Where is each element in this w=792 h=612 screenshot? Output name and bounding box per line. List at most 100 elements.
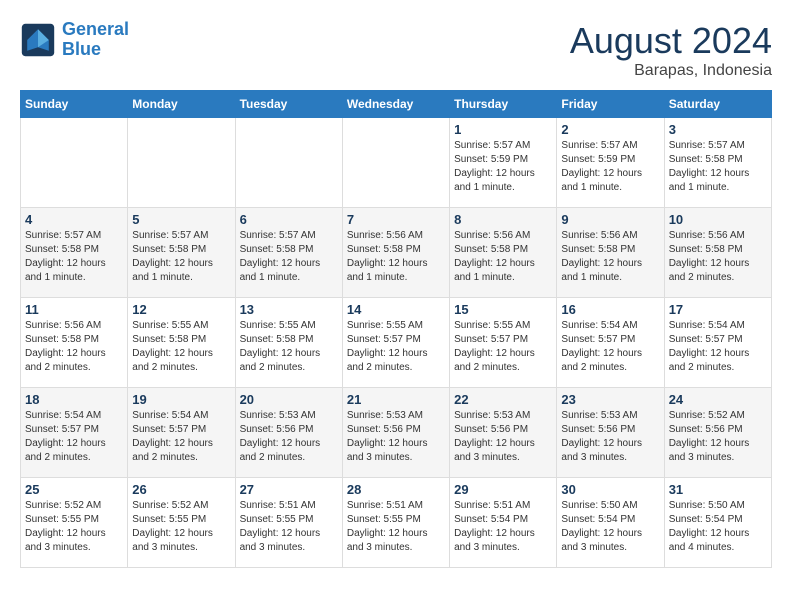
calendar-cell: 30Sunrise: 5:50 AM Sunset: 5:54 PM Dayli… — [557, 478, 664, 568]
day-number: 23 — [561, 392, 659, 407]
day-number: 21 — [347, 392, 445, 407]
calendar-cell: 9Sunrise: 5:56 AM Sunset: 5:58 PM Daylig… — [557, 208, 664, 298]
calendar-cell: 28 Sunrise: 5:51 AM Sunset: 5:55 PM Dayli… — [342, 478, 449, 568]
day-info: Sunrise: 5:56 AM Sunset: 5:58 PM Dayligh… — [347, 229, 445, 285]
day-info: Sunrise: 5:50 AM Sunset: 5:54 PM Dayligh… — [561, 499, 659, 555]
day-info: Sunrise: 5:53 AM Sunset: 5:56 PM Dayligh… — [454, 409, 552, 465]
calendar-header-row: SundayMondayTuesdayWednesdayThursdayFrid… — [21, 91, 772, 118]
day-number: 24 — [669, 392, 767, 407]
day-info: Sunrise: 5:55 AM Sunset: 5:57 PM Dayligh… — [454, 319, 552, 375]
calendar-cell: 2 Sunrise: 5:57 AM Sunset: 5:59 PM Daylig… — [557, 118, 664, 208]
day-info: Sunrise: 5:52 AM Sunset: 5:55 PM Dayligh… — [132, 499, 230, 555]
calendar-cell: 1 Sunrise: 5:57 AM Sunset: 5:59 PM Daylig… — [450, 118, 557, 208]
day-number: 17 — [669, 302, 767, 317]
calendar-week-4: 18 Sunrise: 5:54 AM Sunset: 5:57 PM Dayli… — [21, 388, 772, 478]
calendar-cell: 19 Sunrise: 5:54 AM Sunset: 5:57 PM Dayli… — [128, 388, 235, 478]
day-number: 25 — [25, 482, 123, 497]
day-number: 9 — [561, 212, 659, 227]
page-header: General Blue August 2024 Barapas, Indone… — [20, 20, 772, 80]
calendar-cell: 16 Sunrise: 5:54 AM Sunset: 5:57 PM Dayli… — [557, 298, 664, 388]
day-info: Sunrise: 5:57 AM Sunset: 5:58 PM Dayligh… — [669, 139, 767, 195]
calendar-cell: 4Sunrise: 5:57 AM Sunset: 5:58 PM Daylig… — [21, 208, 128, 298]
day-number: 3 — [669, 122, 767, 137]
day-info: Sunrise: 5:54 AM Sunset: 5:57 PM Dayligh… — [132, 409, 230, 465]
day-number: 8 — [454, 212, 552, 227]
day-header-thursday: Thursday — [450, 91, 557, 118]
calendar-week-5: 25 Sunrise: 5:52 AM Sunset: 5:55 PM Dayli… — [21, 478, 772, 568]
day-info: Sunrise: 5:57 AM Sunset: 5:59 PM Dayligh… — [454, 139, 552, 195]
day-number: 13 — [240, 302, 338, 317]
calendar-body: 1 Sunrise: 5:57 AM Sunset: 5:59 PM Daylig… — [21, 118, 772, 568]
day-header-wednesday: Wednesday — [342, 91, 449, 118]
day-number: 11 — [25, 302, 123, 317]
logo: General Blue — [20, 20, 129, 60]
calendar-cell: 11 Sunrise: 5:56 AM Sunset: 5:58 PM Dayli… — [21, 298, 128, 388]
day-info: Sunrise: 5:55 AM Sunset: 5:57 PM Dayligh… — [347, 319, 445, 375]
day-number: 28 — [347, 482, 445, 497]
day-info: Sunrise: 5:55 AM Sunset: 5:58 PM Dayligh… — [240, 319, 338, 375]
day-number: 31 — [669, 482, 767, 497]
calendar-cell: 21 Sunrise: 5:53 AM Sunset: 5:56 PM Dayli… — [342, 388, 449, 478]
calendar-cell: 13 Sunrise: 5:55 AM Sunset: 5:58 PM Dayli… — [235, 298, 342, 388]
calendar-cell: 31 Sunrise: 5:50 AM Sunset: 5:54 PM Dayli… — [664, 478, 771, 568]
day-number: 1 — [454, 122, 552, 137]
day-number: 2 — [561, 122, 659, 137]
calendar-week-2: 4Sunrise: 5:57 AM Sunset: 5:58 PM Daylig… — [21, 208, 772, 298]
calendar-cell — [128, 118, 235, 208]
calendar-week-3: 11 Sunrise: 5:56 AM Sunset: 5:58 PM Dayli… — [21, 298, 772, 388]
subtitle: Barapas, Indonesia — [570, 62, 772, 80]
title-block: August 2024 Barapas, Indonesia — [570, 20, 772, 80]
day-info: Sunrise: 5:57 AM Sunset: 5:59 PM Dayligh… — [561, 139, 659, 195]
calendar-cell: 18 Sunrise: 5:54 AM Sunset: 5:57 PM Dayli… — [21, 388, 128, 478]
day-info: Sunrise: 5:54 AM Sunset: 5:57 PM Dayligh… — [25, 409, 123, 465]
day-number: 12 — [132, 302, 230, 317]
day-number: 16 — [561, 302, 659, 317]
calendar-cell: 23 Sunrise: 5:53 AM Sunset: 5:56 PM Dayli… — [557, 388, 664, 478]
day-info: Sunrise: 5:53 AM Sunset: 5:56 PM Dayligh… — [347, 409, 445, 465]
calendar-cell: 6 Sunrise: 5:57 AM Sunset: 5:58 PM Daylig… — [235, 208, 342, 298]
calendar-cell: 10 Sunrise: 5:56 AM Sunset: 5:58 PM Dayli… — [664, 208, 771, 298]
day-number: 14 — [347, 302, 445, 317]
calendar-cell: 29 Sunrise: 5:51 AM Sunset: 5:54 PM Dayli… — [450, 478, 557, 568]
calendar-cell: 8Sunrise: 5:56 AM Sunset: 5:58 PM Daylig… — [450, 208, 557, 298]
day-info: Sunrise: 5:53 AM Sunset: 5:56 PM Dayligh… — [561, 409, 659, 465]
day-info: Sunrise: 5:50 AM Sunset: 5:54 PM Dayligh… — [669, 499, 767, 555]
calendar-cell: 17 Sunrise: 5:54 AM Sunset: 5:57 PM Dayli… — [664, 298, 771, 388]
day-number: 29 — [454, 482, 552, 497]
day-number: 20 — [240, 392, 338, 407]
day-info: Sunrise: 5:54 AM Sunset: 5:57 PM Dayligh… — [561, 319, 659, 375]
day-header-monday: Monday — [128, 91, 235, 118]
day-header-sunday: Sunday — [21, 91, 128, 118]
day-number: 5 — [132, 212, 230, 227]
day-info: Sunrise: 5:51 AM Sunset: 5:55 PM Dayligh… — [347, 499, 445, 555]
day-number: 18 — [25, 392, 123, 407]
calendar-table: SundayMondayTuesdayWednesdayThursdayFrid… — [20, 90, 772, 568]
day-info: Sunrise: 5:56 AM Sunset: 5:58 PM Dayligh… — [25, 319, 123, 375]
day-info: Sunrise: 5:52 AM Sunset: 5:55 PM Dayligh… — [25, 499, 123, 555]
day-info: Sunrise: 5:57 AM Sunset: 5:58 PM Dayligh… — [25, 229, 123, 285]
day-info: Sunrise: 5:51 AM Sunset: 5:54 PM Dayligh… — [454, 499, 552, 555]
day-info: Sunrise: 5:57 AM Sunset: 5:58 PM Dayligh… — [240, 229, 338, 285]
calendar-cell: 26Sunrise: 5:52 AM Sunset: 5:55 PM Dayli… — [128, 478, 235, 568]
calendar-cell: 5 Sunrise: 5:57 AM Sunset: 5:58 PM Daylig… — [128, 208, 235, 298]
day-number: 22 — [454, 392, 552, 407]
calendar-cell: 24Sunrise: 5:52 AM Sunset: 5:56 PM Dayli… — [664, 388, 771, 478]
calendar-cell: 15Sunrise: 5:55 AM Sunset: 5:57 PM Dayli… — [450, 298, 557, 388]
day-number: 19 — [132, 392, 230, 407]
day-number: 6 — [240, 212, 338, 227]
day-number: 10 — [669, 212, 767, 227]
day-info: Sunrise: 5:54 AM Sunset: 5:57 PM Dayligh… — [669, 319, 767, 375]
day-header-saturday: Saturday — [664, 91, 771, 118]
day-header-friday: Friday — [557, 91, 664, 118]
day-info: Sunrise: 5:56 AM Sunset: 5:58 PM Dayligh… — [669, 229, 767, 285]
day-info: Sunrise: 5:57 AM Sunset: 5:58 PM Dayligh… — [132, 229, 230, 285]
calendar-week-1: 1 Sunrise: 5:57 AM Sunset: 5:59 PM Daylig… — [21, 118, 772, 208]
logo-icon — [20, 22, 56, 58]
calendar-cell: 27Sunrise: 5:51 AM Sunset: 5:55 PM Dayli… — [235, 478, 342, 568]
calendar-cell: 14 Sunrise: 5:55 AM Sunset: 5:57 PM Dayli… — [342, 298, 449, 388]
calendar-cell — [342, 118, 449, 208]
calendar-cell: 20Sunrise: 5:53 AM Sunset: 5:56 PM Dayli… — [235, 388, 342, 478]
calendar-cell: 25 Sunrise: 5:52 AM Sunset: 5:55 PM Dayli… — [21, 478, 128, 568]
calendar-cell: 7Sunrise: 5:56 AM Sunset: 5:58 PM Daylig… — [342, 208, 449, 298]
calendar-cell — [21, 118, 128, 208]
